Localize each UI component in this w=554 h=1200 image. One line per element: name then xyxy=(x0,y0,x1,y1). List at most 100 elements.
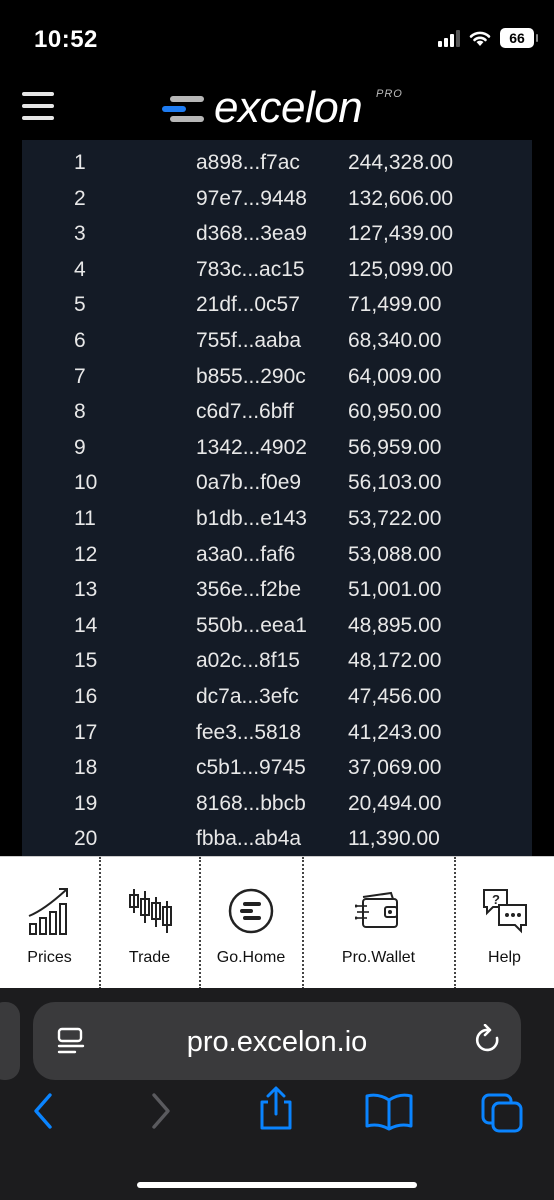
bookmarks-icon[interactable] xyxy=(364,1092,414,1132)
table-row: 5 21df...0c57 71,499.00 xyxy=(22,286,532,322)
status-time: 10:52 xyxy=(34,26,98,53)
address-cell: 783c...ac15 xyxy=(196,257,305,281)
nav-help[interactable]: ? Help xyxy=(455,857,554,989)
battery-icon: 66 xyxy=(500,28,538,48)
rank-cell: 14 xyxy=(74,613,98,637)
amount-cell: 53,722.00 xyxy=(348,507,442,530)
table-row: 14 550b...eea1 48,895.00 xyxy=(22,607,532,643)
status-bar: 10:52 66 xyxy=(0,0,554,76)
rank-cell: 20 xyxy=(74,827,98,851)
address-cell: 550b...eea1 xyxy=(196,613,307,637)
rank-cell: 10 xyxy=(74,471,98,495)
address-cell: a898...f7ac xyxy=(196,151,300,174)
rank-cell: 11 xyxy=(74,507,96,530)
nav-go-home-label: Go.Home xyxy=(216,949,286,966)
forward-icon[interactable] xyxy=(146,1092,176,1132)
address-cell: c5b1...9745 xyxy=(196,756,306,780)
table-row: 2 97e7...9448 132,606.00 xyxy=(22,180,532,216)
table-row: 15 a02c...8f15 48,172.00 xyxy=(22,642,532,678)
app-header: excelon PRO xyxy=(0,76,554,140)
table-row: 8 c6d7...6bff 60,950.00 xyxy=(22,393,532,429)
amount-cell: 132,606.00 xyxy=(348,186,454,210)
table-row: 12 a3a0...faf6 53,088.00 xyxy=(22,536,532,572)
rank-cell: 8 xyxy=(74,400,86,424)
address-cell: b1db...e143 xyxy=(196,507,307,530)
nav-prices-label: Prices xyxy=(27,949,72,966)
address-cell: 21df...0c57 xyxy=(196,293,300,317)
nav-trade[interactable]: Trade xyxy=(100,857,199,989)
address-cell: a02c...8f15 xyxy=(196,649,300,673)
table-row: 13 356e...f2be 51,001.00 xyxy=(22,571,532,607)
table-row: 1 a898...f7ac 244,328.00 xyxy=(22,144,532,180)
previous-tab-stub[interactable] xyxy=(0,1002,20,1080)
nav-pro-wallet[interactable]: Pro.Wallet xyxy=(303,857,454,989)
amount-cell: 56,959.00 xyxy=(348,435,442,459)
address-cell: 97e7...9448 xyxy=(196,186,307,210)
address-cell: 356e...f2be xyxy=(196,578,302,602)
address-cell: d368...3ea9 xyxy=(196,222,307,246)
nav-pro-wallet-label: Pro.Wallet xyxy=(341,949,416,966)
menu-icon[interactable] xyxy=(22,92,54,120)
tabs-icon[interactable] xyxy=(480,1092,526,1134)
address-cell: c6d7...6bff xyxy=(196,400,294,424)
nav-trade-label: Trade xyxy=(128,949,171,966)
amount-cell: 37,069.00 xyxy=(348,756,442,780)
rank-cell: 19 xyxy=(74,791,98,815)
amount-cell: 48,895.00 xyxy=(348,613,442,637)
table-row: 9 1342...4902 56,959.00 xyxy=(22,429,532,465)
status-icons: 66 xyxy=(438,28,538,48)
table-row: 20 fbba...ab4a 11,390.00 xyxy=(22,820,532,856)
bottom-nav: Prices Trade Go.Home Pro.Wallet ? Help xyxy=(0,856,554,989)
address-cell: b855...290c xyxy=(196,364,306,388)
amount-cell: 47,456.00 xyxy=(348,685,442,708)
address-cell: 1342...4902 xyxy=(196,435,307,459)
rank-cell: 9 xyxy=(74,435,86,459)
amount-cell: 127,439.00 xyxy=(348,222,454,246)
amount-cell: 64,009.00 xyxy=(348,364,442,388)
rank-cell: 15 xyxy=(74,649,98,673)
share-icon[interactable] xyxy=(256,1086,296,1132)
cellular-signal-icon xyxy=(438,29,460,47)
excelon-logo[interactable]: excelon PRO xyxy=(160,82,402,134)
rank-cell: 13 xyxy=(74,578,98,602)
amount-cell: 51,001.00 xyxy=(348,578,442,602)
nav-go-home[interactable]: Go.Home xyxy=(200,857,302,989)
back-icon[interactable] xyxy=(28,1092,58,1132)
table-row: 16 dc7a...3efc 47,456.00 xyxy=(22,678,532,714)
help-chat-icon: ? xyxy=(482,889,527,934)
rank-cell: 12 xyxy=(74,542,98,566)
reload-icon[interactable] xyxy=(473,1024,503,1056)
browser-chrome: pro.excelon.io xyxy=(0,988,554,1200)
address-bar[interactable]: pro.excelon.io xyxy=(33,1002,521,1080)
leaderboard-table: 1 a898...f7ac 244,328.00 2 97e7...9448 132,60… xyxy=(0,140,554,856)
address-cell: fbba...ab4a xyxy=(196,827,302,851)
amount-cell: 53,088.00 xyxy=(348,542,442,566)
amount-cell: 20,494.00 xyxy=(348,791,442,815)
amount-cell: 48,172.00 xyxy=(348,649,442,673)
table-row: 11 b1db...e143 53,722.00 xyxy=(22,500,532,536)
table-row: 6 755f...aaba 68,340.00 xyxy=(22,322,532,358)
table-row: 17 fee3...5818 41,243.00 xyxy=(22,714,532,750)
chart-growth-icon xyxy=(28,888,68,935)
table-row: 4 783c...ac15 125,099.00 xyxy=(22,251,532,287)
url-text: pro.excelon.io xyxy=(186,1026,368,1058)
candlestick-icon xyxy=(128,889,172,933)
wallet-icon xyxy=(354,891,398,928)
address-cell: a3a0...faf6 xyxy=(196,542,296,566)
rank-cell: 4 xyxy=(74,257,86,281)
browser-toolbar xyxy=(0,1086,554,1142)
amount-cell: 125,099.00 xyxy=(348,257,454,281)
logo-text: excelon xyxy=(214,83,363,132)
amount-cell: 68,340.00 xyxy=(348,329,442,352)
home-indicator xyxy=(137,1182,417,1188)
rank-cell: 17 xyxy=(74,720,98,744)
rank-cell: 16 xyxy=(74,685,98,708)
amount-cell: 41,243.00 xyxy=(348,720,442,744)
amount-cell: 11,390.00 xyxy=(348,827,440,851)
rank-cell: 18 xyxy=(74,756,98,780)
rank-cell: 2 xyxy=(74,186,86,210)
nav-help-label: Help xyxy=(488,949,521,966)
rank-cell: 7 xyxy=(74,364,86,388)
nav-prices[interactable]: Prices xyxy=(0,857,99,989)
address-cell: 755f...aaba xyxy=(196,329,302,352)
